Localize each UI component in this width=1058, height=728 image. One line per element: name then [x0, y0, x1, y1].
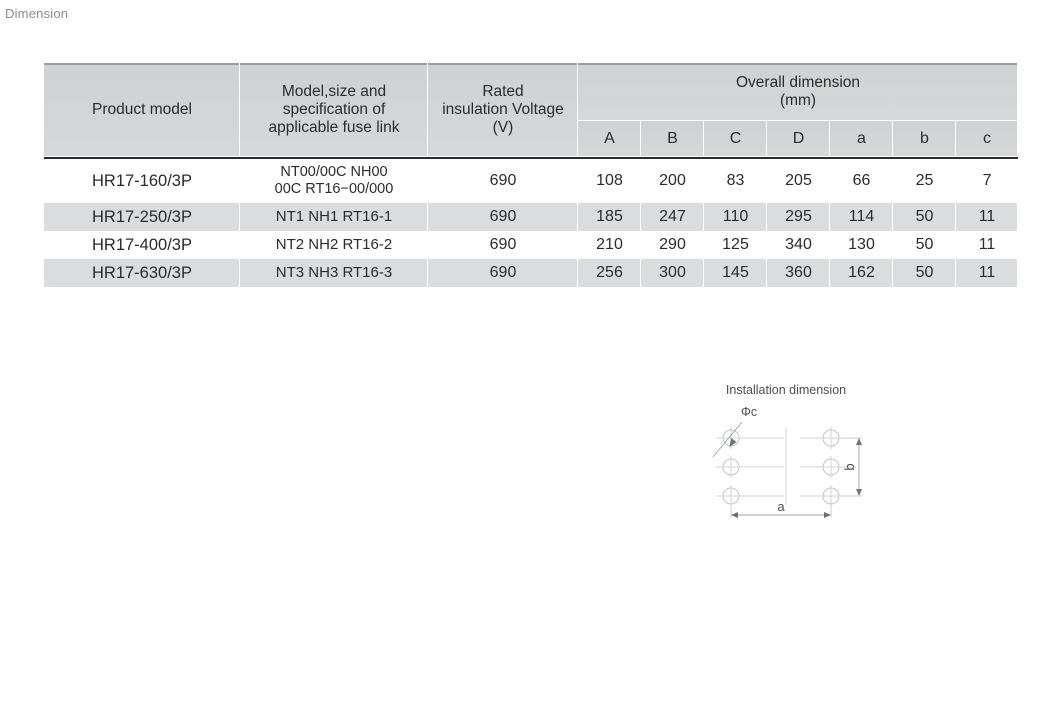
- cell-a: 66: [830, 157, 893, 203]
- cell-D: 340: [767, 231, 830, 259]
- cell-C: 125: [704, 231, 767, 259]
- cell-spec-line2: 00C RT16−00/000: [274, 181, 394, 197]
- header-product-model: Product model: [44, 63, 240, 158]
- header-col-A: A: [578, 121, 641, 158]
- cell-B: 247: [641, 203, 704, 231]
- installation-dimension-lines: [730, 437, 862, 518]
- header-rated-voltage-line1: Rated: [482, 82, 524, 100]
- cell-A: 108: [578, 157, 641, 203]
- cell-model: HR17-630/3P: [44, 259, 240, 287]
- cell-model: HR17-250/3P: [44, 203, 240, 231]
- cell-a: 114: [830, 203, 893, 231]
- header-rated-voltage-line3: (V): [492, 119, 514, 137]
- cell-a: 162: [830, 259, 893, 287]
- installation-horizontal-label: a: [777, 499, 785, 514]
- table-header: Product model Model,size and specificati…: [44, 63, 1019, 158]
- cell-D: 360: [767, 259, 830, 287]
- dimension-table: Product model Model,size and specificati…: [44, 63, 1019, 287]
- installation-vertical-label: b: [842, 463, 857, 470]
- cell-c: 11: [956, 259, 1019, 287]
- cell-voltage: 690: [428, 203, 578, 231]
- cell-a: 130: [830, 231, 893, 259]
- cell-C: 145: [704, 259, 767, 287]
- header-fuse-spec: Model,size and specification of applicab…: [240, 63, 428, 158]
- cell-spec: NT1 NH1 RT16-1: [240, 203, 428, 231]
- cell-c: 11: [956, 203, 1019, 231]
- header-col-B: B: [641, 121, 704, 158]
- cell-voltage: 690: [428, 259, 578, 287]
- header-col-a: a: [830, 121, 893, 158]
- cell-model: HR17-160/3P: [44, 157, 240, 203]
- cell-voltage: 690: [428, 231, 578, 259]
- cell-A: 185: [578, 203, 641, 231]
- cell-spec: NT00/00C NH00 00C RT16−00/000: [240, 157, 428, 203]
- header-row-top: Product model Model,size and specificati…: [44, 63, 1019, 158]
- header-col-C: C: [704, 121, 767, 158]
- cell-voltage: 690: [428, 157, 578, 203]
- cell-spec: NT3 NH3 RT16-3: [240, 259, 428, 287]
- header-fuse-spec-line3: applicable fuse link: [268, 119, 400, 137]
- cell-A: 210: [578, 231, 641, 259]
- header-col-D: D: [767, 121, 830, 158]
- installation-dimension-diagram: [712, 421, 856, 507]
- hole-diameter-label: Φc: [741, 405, 757, 419]
- header-col-b: b: [893, 121, 956, 158]
- dimension-table-container: Product model Model,size and specificati…: [44, 63, 1019, 287]
- table-row: HR17-630/3P NT3 NH3 RT16-3 690 256 300 1…: [44, 259, 1019, 287]
- installation-dimension-title: Installation dimension: [726, 383, 846, 397]
- table-row: HR17-250/3P NT1 NH1 RT16-1 690 185 247 1…: [44, 203, 1019, 231]
- header-overall-line2: (mm): [779, 92, 817, 109]
- cell-c: 7: [956, 157, 1019, 203]
- table-body: HR17-160/3P NT00/00C NH00 00C RT16−00/00…: [44, 157, 1019, 287]
- table-row: HR17-400/3P NT2 NH2 RT16-2 690 210 290 1…: [44, 231, 1019, 259]
- table-row: HR17-160/3P NT00/00C NH00 00C RT16−00/00…: [44, 157, 1019, 203]
- header-rated-voltage-line2: insulation Voltage: [442, 100, 564, 118]
- cell-b: 25: [893, 157, 956, 203]
- cell-B: 200: [641, 157, 704, 203]
- header-col-c: c: [956, 121, 1019, 158]
- cell-b: 50: [893, 231, 956, 259]
- cell-b: 50: [893, 203, 956, 231]
- cell-C: 83: [704, 157, 767, 203]
- drawings-svg: B A: [712, 383, 862, 518]
- header-fuse-spec-line1: Model,size and: [281, 82, 387, 100]
- cell-D: 295: [767, 203, 830, 231]
- page-title: Dimension: [5, 6, 69, 21]
- header-rated-insulation-voltage: Rated insulation Voltage (V): [428, 63, 578, 158]
- cell-C: 110: [704, 203, 767, 231]
- cell-c: 11: [956, 231, 1019, 259]
- cell-b: 50: [893, 259, 956, 287]
- technical-drawings: B A: [0, 350, 1058, 728]
- cell-B: 290: [641, 231, 704, 259]
- cell-spec-line1: NT00/00C NH00: [280, 163, 388, 180]
- header-overall-line1: Overall dimension: [735, 73, 861, 91]
- cell-D: 205: [767, 157, 830, 203]
- cell-B: 300: [641, 259, 704, 287]
- cell-model: HR17-400/3P: [44, 231, 240, 259]
- header-overall-dimension: Overall dimension (mm): [578, 63, 1019, 121]
- cell-spec: NT2 NH2 RT16-2: [240, 231, 428, 259]
- header-fuse-spec-line2: specification of: [282, 100, 386, 118]
- cell-A: 256: [578, 259, 641, 287]
